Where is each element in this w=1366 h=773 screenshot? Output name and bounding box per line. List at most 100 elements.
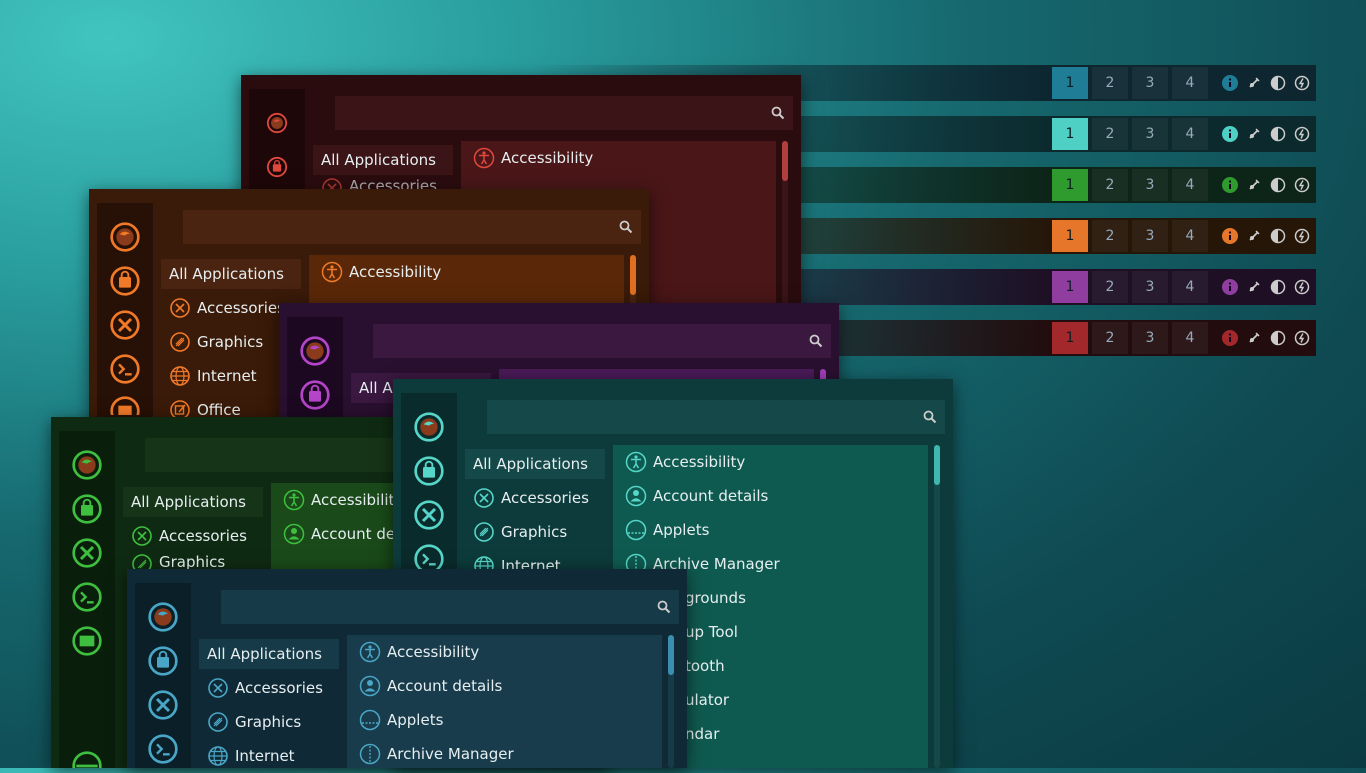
workspace-3-button[interactable]: 3: [1132, 67, 1168, 99]
app-accessibility[interactable]: Accessibility: [309, 255, 624, 289]
workspace-2-button[interactable]: 2: [1092, 169, 1128, 201]
software-store-icon[interactable]: [297, 377, 333, 413]
search-field[interactable]: [221, 590, 679, 624]
software-store-icon[interactable]: [69, 491, 105, 527]
workspace-2-button[interactable]: 2: [1092, 322, 1128, 354]
power-icon[interactable]: [1294, 126, 1310, 142]
volume-icon[interactable]: [1270, 228, 1286, 244]
software-store-icon[interactable]: [145, 643, 181, 679]
workspace-3-button[interactable]: 3: [1132, 220, 1168, 252]
workspace-3-button[interactable]: 3: [1132, 271, 1168, 303]
app-accessibility[interactable]: Accessibility: [461, 141, 776, 175]
terminal-icon[interactable]: [69, 579, 105, 615]
settings-tools-icon[interactable]: [411, 497, 447, 533]
firefox-icon[interactable]: [411, 409, 447, 445]
network-icon[interactable]: [1246, 126, 1262, 142]
logout-icon[interactable]: [69, 750, 105, 768]
category-graphics[interactable]: Graphics: [465, 515, 605, 549]
app-accessibility[interactable]: Accessibility: [613, 445, 928, 479]
volume-icon[interactable]: [1270, 330, 1286, 346]
firefox-icon[interactable]: [259, 105, 295, 141]
app-list: Accessibility Account details Applets Ar…: [347, 635, 662, 768]
workspace-1-button[interactable]: 1: [1052, 67, 1088, 99]
info-icon[interactable]: [1222, 228, 1238, 244]
files-icon[interactable]: [69, 623, 105, 659]
info-icon[interactable]: [1222, 177, 1238, 193]
settings-tools-icon[interactable]: [69, 535, 105, 571]
info-icon[interactable]: [1222, 126, 1238, 142]
app-archive-manager[interactable]: Archive Manager: [347, 737, 662, 771]
workspace-1-button[interactable]: 1: [1052, 169, 1088, 201]
scrollbar[interactable]: [668, 635, 674, 768]
category-accessories[interactable]: Accessories: [123, 519, 263, 553]
workspace-1-button[interactable]: 1: [1052, 271, 1088, 303]
category-all-applications[interactable]: All Applications: [313, 145, 453, 175]
workspace-1-button[interactable]: 1: [1052, 220, 1088, 252]
power-icon[interactable]: [1294, 177, 1310, 193]
category-all-applications[interactable]: All Applications: [465, 449, 605, 479]
workspace-2-button[interactable]: 2: [1092, 271, 1128, 303]
app-applets[interactable]: Applets: [347, 703, 662, 737]
search-field[interactable]: [373, 324, 831, 358]
search-field[interactable]: [335, 96, 793, 130]
network-icon[interactable]: [1246, 75, 1262, 91]
category-accessories[interactable]: Accessories: [199, 671, 339, 705]
globe-icon: [208, 746, 228, 766]
search-field[interactable]: [183, 210, 641, 244]
volume-icon[interactable]: [1270, 177, 1286, 193]
category-all-applications[interactable]: All Applications: [123, 487, 263, 517]
workspace-2-button[interactable]: 2: [1092, 67, 1128, 99]
info-icon[interactable]: [1222, 75, 1238, 91]
network-icon[interactable]: [1246, 177, 1262, 193]
workspace-4-button[interactable]: 4: [1172, 169, 1208, 201]
search-field[interactable]: [487, 400, 945, 434]
firefox-icon[interactable]: [145, 599, 181, 635]
workspace-4-button[interactable]: 4: [1172, 67, 1208, 99]
workspace-3-button[interactable]: 3: [1132, 118, 1168, 150]
network-icon[interactable]: [1246, 330, 1262, 346]
info-icon[interactable]: [1222, 279, 1238, 295]
app-account-details[interactable]: Account details: [347, 669, 662, 703]
software-store-icon[interactable]: [259, 149, 295, 185]
category-all-applications[interactable]: All Applications: [161, 259, 301, 289]
app-accessibility[interactable]: Accessibility: [347, 635, 662, 669]
power-icon[interactable]: [1294, 228, 1310, 244]
workspace-4-button[interactable]: 4: [1172, 322, 1208, 354]
workspace-1-button[interactable]: 1: [1052, 118, 1088, 150]
workspace-1-button[interactable]: 1: [1052, 322, 1088, 354]
software-store-icon[interactable]: [107, 263, 143, 299]
power-icon[interactable]: [1294, 75, 1310, 91]
terminal-icon[interactable]: [145, 731, 181, 767]
firefox-icon[interactable]: [107, 219, 143, 255]
app-account-details[interactable]: Account details: [613, 479, 928, 513]
terminal-icon[interactable]: [107, 351, 143, 387]
settings-tools-icon[interactable]: [107, 307, 143, 343]
settings-tools-icon[interactable]: [145, 687, 181, 723]
volume-icon[interactable]: [1270, 279, 1286, 295]
category-accessories[interactable]: Accessories: [465, 481, 605, 515]
firefox-icon[interactable]: [297, 333, 333, 369]
scrollbar[interactable]: [934, 445, 940, 768]
info-icon[interactable]: [1222, 330, 1238, 346]
app-applets[interactable]: Applets: [613, 513, 928, 547]
firefox-icon[interactable]: [69, 447, 105, 483]
workspace-2-button[interactable]: 2: [1092, 220, 1128, 252]
network-icon[interactable]: [1246, 279, 1262, 295]
volume-icon[interactable]: [1270, 126, 1286, 142]
category-all-applications[interactable]: All Applications: [199, 639, 339, 669]
category-graphics[interactable]: Graphics: [199, 705, 339, 739]
workspace-4-button[interactable]: 4: [1172, 220, 1208, 252]
scrollbar[interactable]: [782, 141, 788, 315]
workspace-3-button[interactable]: 3: [1132, 322, 1168, 354]
workspace-2-button[interactable]: 2: [1092, 118, 1128, 150]
power-icon[interactable]: [1294, 330, 1310, 346]
software-store-icon[interactable]: [411, 453, 447, 489]
menu-sidebar: [59, 431, 115, 768]
power-icon[interactable]: [1294, 279, 1310, 295]
volume-icon[interactable]: [1270, 75, 1286, 91]
workspace-3-button[interactable]: 3: [1132, 169, 1168, 201]
files-icon[interactable]: [107, 395, 143, 415]
network-icon[interactable]: [1246, 228, 1262, 244]
workspace-4-button[interactable]: 4: [1172, 118, 1208, 150]
workspace-4-button[interactable]: 4: [1172, 271, 1208, 303]
